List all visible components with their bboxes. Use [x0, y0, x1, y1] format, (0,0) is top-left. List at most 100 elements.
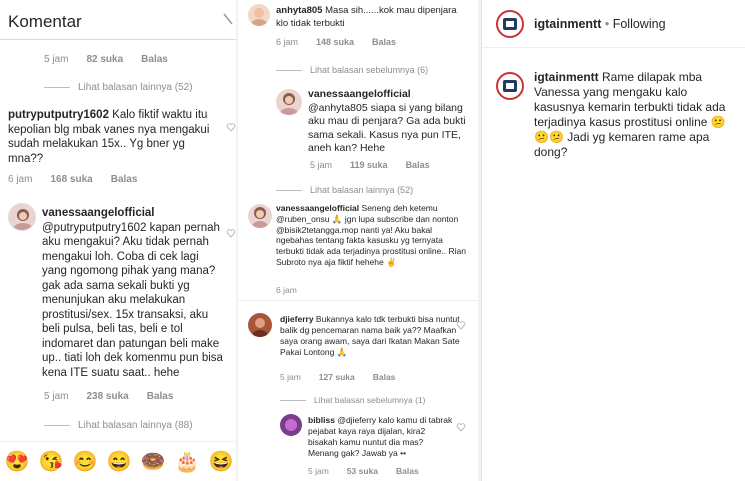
caption-username[interactable]: igtainmentt — [534, 70, 599, 84]
comment-putry: putryputputry1602 Kalo fiktif waktu itu … — [8, 108, 223, 166]
view-previous-replies-label: Lihat balasan sebelumnya (1) — [314, 395, 426, 405]
like-count[interactable]: 148 suka — [316, 37, 354, 47]
avatar[interactable] — [496, 72, 524, 100]
view-more-replies[interactable]: Lihat balasan lainnya (52) — [276, 185, 413, 195]
reply-button[interactable]: Balas — [373, 372, 396, 382]
page-title: Komentar — [8, 12, 82, 31]
emoji-laugh[interactable]: 😆 — [209, 449, 234, 474]
comment-username[interactable]: vanessaangelofficial — [42, 207, 155, 219]
view-more-replies[interactable]: Lihat balasan lainnya (88) — [44, 420, 193, 431]
top-comment-meta: 5 jam 82 suka Balas — [44, 54, 168, 65]
igtainment-logo-icon — [503, 18, 517, 30]
comment-anhyta-meta: 6 jam 148 suka Balas — [276, 37, 396, 47]
avatar[interactable] — [248, 4, 270, 26]
comment-bibliss-meta: 5 jam 53 suka Balas — [308, 466, 419, 476]
avatar-image — [285, 419, 297, 431]
heart-icon[interactable] — [226, 228, 236, 238]
comment-vanessa-reply: vanessaangelofficial @anhyta805 siapa si… — [308, 88, 468, 156]
emoji-blush[interactable]: 😊 — [73, 449, 98, 474]
avatar[interactable] — [496, 10, 524, 38]
emoji-smile[interactable]: 😄 — [107, 449, 132, 474]
view-previous-replies-label: Lihat balasan sebelumnya (6) — [310, 65, 429, 75]
post-header-info: igtainmentt • Following — [534, 17, 666, 31]
reply-button[interactable]: Balas — [111, 174, 138, 185]
reply-button[interactable]: Balas — [141, 54, 168, 65]
avatar[interactable] — [276, 89, 302, 115]
comment-vanessa: vanessaangelofficial @putryputputry1602 … — [42, 206, 224, 380]
comment-username[interactable]: putryputputry1602 — [8, 109, 109, 121]
view-previous-replies[interactable]: Lihat balasan sebelumnya (1) — [280, 395, 426, 405]
post-username[interactable]: igtainmentt — [534, 17, 601, 31]
comment-time: 5 jam — [310, 160, 333, 170]
like-count[interactable]: 168 suka — [50, 174, 92, 185]
divider — [276, 69, 302, 71]
post-header: igtainmentt • Following — [482, 0, 745, 48]
avatar-image — [13, 209, 33, 230]
emoji-cake[interactable]: 🎂 — [175, 449, 200, 474]
comment-vanessa-main-meta: 6 jam — [276, 285, 297, 295]
divider — [280, 399, 306, 401]
comment-djieferry: djieferry Bukannya kalo tdk terbukti bis… — [280, 314, 460, 358]
emoji-heart-eyes[interactable]: 😍 — [5, 449, 30, 474]
comment-username[interactable]: vanessaangelofficial — [308, 88, 411, 100]
avatar-image — [251, 8, 267, 26]
comment-anhyta: anhyta805 Masa sih......kok mau dipenjar… — [276, 5, 468, 30]
avatar[interactable] — [248, 204, 272, 228]
separator-dot: • — [604, 17, 610, 31]
igtainment-logo-icon — [503, 80, 517, 92]
view-previous-replies[interactable]: Lihat balasan sebelumnya (6) — [276, 65, 428, 75]
comment-text: @anhyta805 siapa si yang bilang aku mau … — [308, 101, 466, 155]
comments-panel-middle: anhyta805 Masa sih......kok mau dipenjar… — [238, 0, 478, 481]
emoji-donut[interactable]: 🍩 — [141, 449, 166, 474]
comment-username[interactable]: vanessaangelofficial — [276, 203, 359, 213]
divider — [276, 189, 302, 191]
post-panel: igtainmentt • Following igtainmentt Rame… — [481, 0, 745, 481]
like-count[interactable]: 53 suka — [347, 466, 378, 476]
view-more-replies[interactable]: Lihat balasan lainnya (52) — [44, 82, 193, 93]
view-more-replies-label: Lihat balasan lainnya (52) — [78, 82, 193, 93]
avatar-image — [252, 207, 268, 228]
reply-button[interactable]: Balas — [147, 391, 174, 402]
comment-time: 6 jam — [8, 174, 33, 185]
comment-text: @putryputputry1602 kapan pernah aku meng… — [42, 221, 223, 379]
like-count[interactable]: 127 suka — [319, 372, 355, 382]
comment-username[interactable]: djieferry — [280, 314, 314, 324]
comments-header: Komentar — [0, 0, 238, 40]
reply-button[interactable]: Balas — [406, 160, 430, 170]
comment-time: 5 jam — [44, 391, 69, 402]
comment-putry-meta: 6 jam 168 suka Balas — [8, 174, 137, 185]
heart-icon[interactable] — [456, 320, 466, 330]
comment-vanessa-main: vanessaangelofficial Seneng deh ketemu @… — [276, 203, 468, 268]
avatar[interactable] — [280, 414, 302, 436]
divider — [238, 300, 478, 301]
comment-time: 6 jam — [276, 285, 297, 295]
view-more-replies-label: Lihat balasan lainnya (52) — [310, 185, 414, 195]
like-count[interactable]: 238 suka — [86, 391, 128, 402]
like-count[interactable]: 82 suka — [86, 54, 123, 65]
comment-bibliss: bibliss @djieferry kalo kamu di tabrak p… — [308, 415, 456, 459]
avatar[interactable] — [8, 203, 36, 231]
more-icon[interactable] — [222, 10, 234, 28]
comment-djieferry-meta: 5 jam 127 suka Balas — [280, 372, 395, 382]
following-button[interactable]: Following — [613, 17, 666, 31]
comments-panel-left: Komentar 5 jam 82 suka Balas Lihat balas… — [0, 0, 238, 481]
divider — [44, 425, 70, 426]
reply-button[interactable]: Balas — [396, 466, 419, 476]
emoji-kiss[interactable]: 😘 — [39, 449, 64, 474]
view-more-replies-label: Lihat balasan lainnya (88) — [78, 420, 193, 431]
avatar-image — [280, 93, 298, 115]
reply-button[interactable]: Balas — [372, 37, 396, 47]
heart-icon[interactable] — [226, 122, 236, 132]
divider — [44, 87, 70, 88]
emoji-bar: 😍 😘 😊 😄 🍩 🎂 😆 — [0, 441, 238, 481]
comment-time: 6 jam — [276, 37, 299, 47]
like-count[interactable]: 119 suka — [350, 160, 388, 170]
avatar[interactable] — [248, 313, 272, 337]
post-caption: igtainmentt Rame dilapak mba Vanessa yan… — [534, 70, 738, 160]
comment-time: 5 jam — [280, 372, 301, 382]
avatar-image — [252, 318, 268, 337]
comment-time: 5 jam — [44, 54, 69, 65]
comment-username[interactable]: anhyta805 — [276, 5, 322, 16]
comment-username[interactable]: bibliss — [308, 415, 335, 425]
heart-icon[interactable] — [456, 422, 466, 432]
